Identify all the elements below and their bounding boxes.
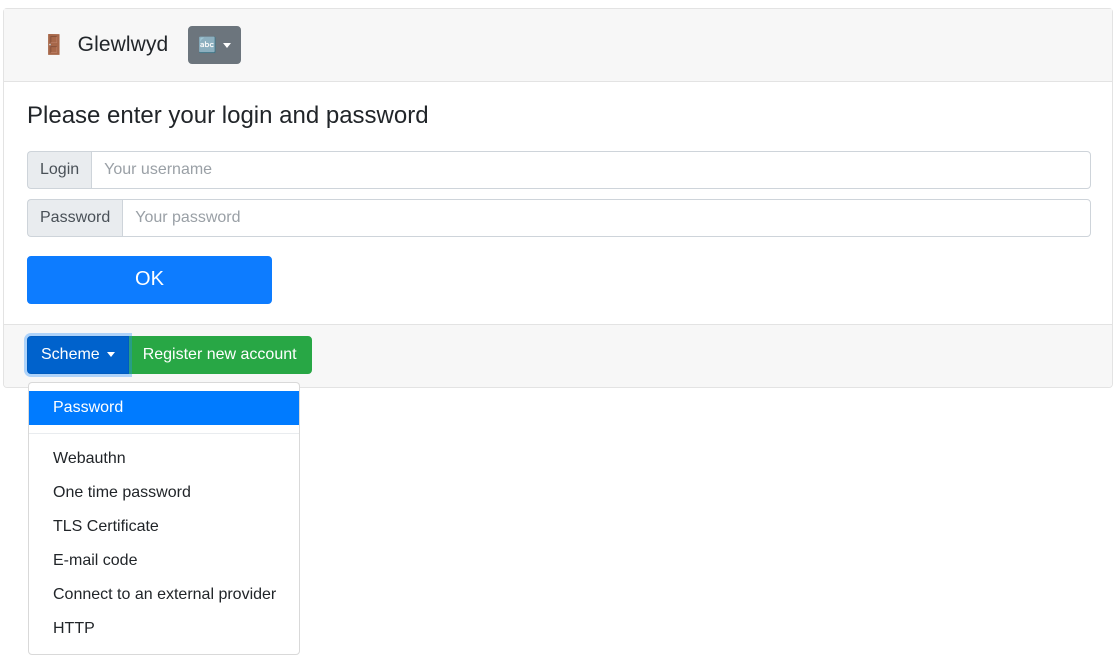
scheme-dropdown-menu: Password Webauthn One time password TLS Cer… xyxy=(28,381,300,655)
chevron-down-icon xyxy=(223,42,232,48)
login-input[interactable] xyxy=(91,150,1091,189)
register-new-account-button[interactable]: Register new account xyxy=(127,335,312,374)
page-title: Please enter your login and password xyxy=(27,102,429,129)
brand-title: Glewlwyd xyxy=(77,33,169,56)
chevron-down-icon xyxy=(106,352,115,358)
password-input[interactable] xyxy=(122,198,1091,237)
scheme-button-label: Scheme xyxy=(41,345,100,363)
card-body: Please enter your login and password Log… xyxy=(4,82,1112,324)
scheme-menu-item[interactable]: Webauthn xyxy=(29,442,299,476)
door-icon: 🚪 xyxy=(42,34,66,56)
scheme-dropdown-button[interactable]: Scheme xyxy=(27,335,129,374)
scheme-menu-item[interactable]: Connect to an external provider xyxy=(29,578,299,612)
scheme-menu-item[interactable]: TLS Certificate xyxy=(29,510,299,544)
ok-button[interactable]: OK xyxy=(27,255,272,304)
login-input-group: Login xyxy=(27,150,1091,189)
scheme-menu-item[interactable]: One time password xyxy=(29,476,299,510)
scheme-menu-item[interactable]: HTTP xyxy=(29,612,299,646)
scheme-menu-item[interactable]: Password xyxy=(29,390,299,425)
card-header: 🚪 Glewlwyd 🔤 xyxy=(4,9,1112,82)
password-input-group: Password xyxy=(27,198,1091,237)
scheme-button-group: Scheme Register new account xyxy=(27,335,312,374)
card-footer: Scheme Register new account Password Weba… xyxy=(4,323,1112,655)
login-label: Login xyxy=(27,150,92,189)
language-dropdown-button[interactable]: 🔤 xyxy=(188,26,242,64)
language-icon: 🔤 xyxy=(198,36,218,54)
scheme-menu-item[interactable]: E-mail code xyxy=(29,544,299,578)
login-card: 🚪 Glewlwyd 🔤 Please enter your login and… xyxy=(3,8,1113,655)
dropdown-divider xyxy=(29,432,299,434)
password-label: Password xyxy=(27,198,123,237)
